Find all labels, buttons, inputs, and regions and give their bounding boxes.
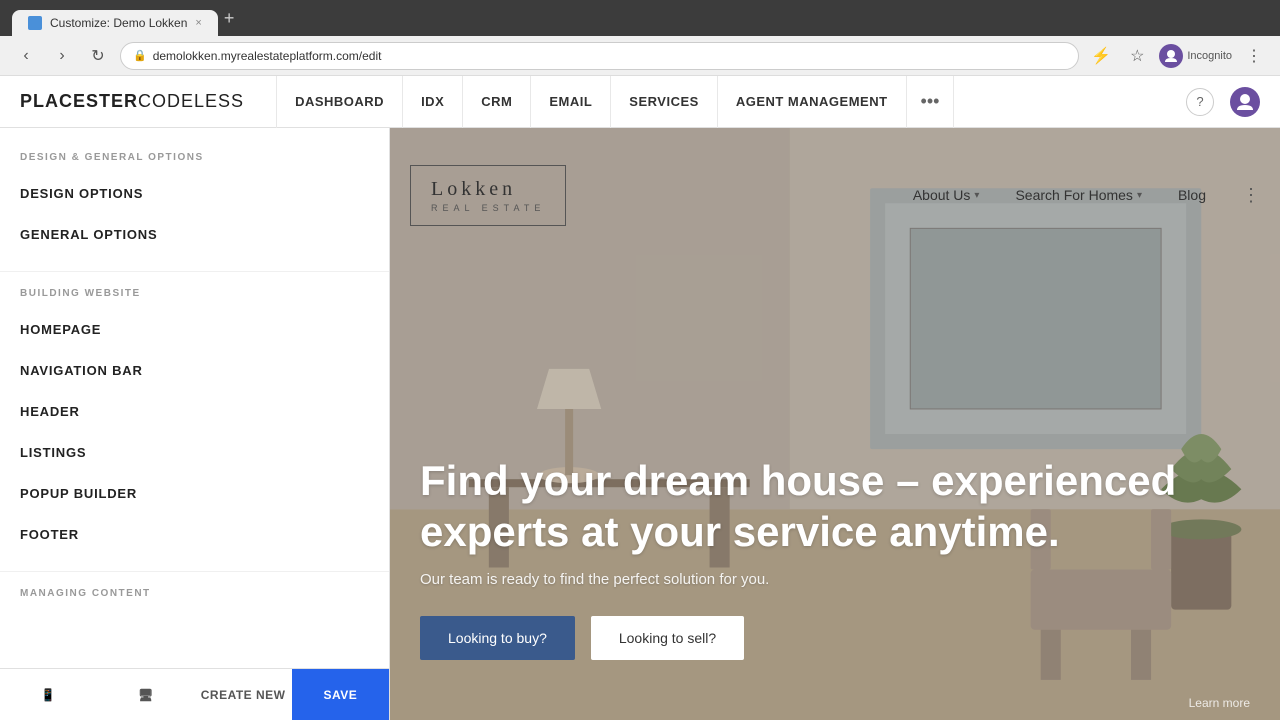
looking-to-buy-button[interactable]: Looking to buy? [420, 616, 575, 660]
sidebar-section-building: BUILDING WEBSITE [0, 288, 389, 309]
help-button[interactable]: ? [1186, 88, 1214, 116]
url-text: demolokken.myrealestateplatform.com/edit [153, 49, 1067, 63]
desktop-icon: 🖥 [138, 688, 154, 702]
desktop-preview-button[interactable]: 🖥 [97, 669, 194, 720]
nav-item-email[interactable]: EMAIL [531, 76, 611, 128]
sidebar-divider-1 [0, 271, 389, 272]
nav-item-services[interactable]: SERVICES [611, 76, 718, 128]
back-button[interactable]: ‹ [12, 42, 40, 70]
sidebar-section-design-general: DESIGN & GENERAL OPTIONS [0, 152, 389, 173]
user-avatar[interactable] [1230, 87, 1260, 117]
nav-item-crm[interactable]: CRM [463, 76, 531, 128]
url-bar[interactable]: 🔒 demolokken.myrealestateplatform.com/ed… [120, 42, 1079, 70]
incognito-avatar [1159, 44, 1183, 68]
sidebar-item-header[interactable]: HEADER [0, 391, 389, 432]
sidebar-bottom-bar: 📱 🖥 CREATE NEW SAVE [0, 668, 389, 720]
lock-icon: 🔒 [133, 49, 147, 62]
website-logo-sub: REAL ESTATE [431, 203, 545, 213]
browser-tab-bar: Customize: Demo Lokken × + [0, 0, 1280, 36]
sidebar-section-managing: MANAGING CONTENT [0, 588, 389, 609]
app-top-nav: PLACESTER CODELESS DASHBOARD IDX CRM EMA… [0, 76, 1280, 128]
website-logo-name: Lokken [431, 178, 545, 201]
browser-address-bar-row: ‹ › ↻ 🔒 demolokken.myrealestateplatform.… [0, 36, 1280, 76]
nav-item-idx[interactable]: IDX [403, 76, 463, 128]
incognito-badge: Incognito [1159, 44, 1232, 68]
mobile-icon: 📱 [41, 688, 56, 702]
website-nav: Lokken REAL ESTATE About Us ▾ Search For… [390, 160, 1280, 230]
brand-logo: PLACESTER CODELESS [20, 91, 244, 112]
hero-learn-more-link[interactable]: Learn more [1189, 696, 1250, 710]
mobile-preview-button[interactable]: 📱 [0, 669, 97, 720]
hero-buttons: Looking to buy? Looking to sell? [420, 616, 1250, 660]
save-button[interactable]: SAVE [292, 669, 389, 720]
hero-content: Find your dream house – experienced expe… [420, 456, 1250, 660]
website-nav-about[interactable]: About Us ▾ [913, 187, 980, 203]
main-content: DESIGN & GENERAL OPTIONS DESIGN OPTIONS … [0, 128, 1280, 720]
sidebar-item-homepage[interactable]: HOMEPAGE [0, 309, 389, 350]
bookmark-button[interactable]: ☆ [1123, 42, 1151, 70]
preview-website: Demo Lokken • 📞 521 089 5622 • ✉ demo@pl… [390, 128, 1280, 720]
refresh-button[interactable]: ↻ [84, 42, 112, 70]
nav-right-actions: ? [1186, 87, 1260, 117]
looking-to-sell-button[interactable]: Looking to sell? [591, 616, 744, 660]
sidebar-item-footer[interactable]: FOOTER [0, 514, 389, 555]
preview-area: Demo Lokken • 📞 521 089 5622 • ✉ demo@pl… [390, 128, 1280, 720]
app-layout: PLACESTER CODELESS DASHBOARD IDX CRM EMA… [0, 76, 1280, 720]
brand-name-light: CODELESS [138, 91, 244, 112]
website-nav-search[interactable]: Search For Homes ▾ [1015, 187, 1142, 203]
tab-favicon [28, 16, 42, 30]
about-chevron-icon: ▾ [974, 190, 979, 201]
incognito-label: Incognito [1187, 50, 1232, 62]
tab-close-button[interactable]: × [195, 17, 201, 29]
nav-item-dashboard[interactable]: DASHBOARD [276, 76, 403, 128]
extensions-button[interactable]: ⚡ [1087, 42, 1115, 70]
sidebar-item-listings[interactable]: LISTINGS [0, 432, 389, 473]
browser-menu-button[interactable]: ⋮ [1240, 42, 1268, 70]
hero-subtext: Our team is ready to find the perfect so… [420, 571, 1250, 588]
sidebar-divider-2 [0, 571, 389, 572]
browser-tab[interactable]: Customize: Demo Lokken × [12, 10, 218, 36]
top-nav-items: DASHBOARD IDX CRM EMAIL SERVICES AGENT M… [276, 76, 1186, 128]
hero-headline: Find your dream house – experienced expe… [420, 456, 1250, 557]
website-nav-blog[interactable]: Blog [1178, 187, 1206, 203]
create-new-button[interactable]: CREATE NEW [195, 669, 292, 720]
website-logo: Lokken REAL ESTATE [410, 165, 566, 226]
website-nav-items: About Us ▾ Search For Homes ▾ Blog ⋮ [913, 185, 1260, 206]
nav-more-button[interactable]: ••• [907, 76, 955, 128]
sidebar: DESIGN & GENERAL OPTIONS DESIGN OPTIONS … [0, 128, 390, 720]
nav-item-agent-management[interactable]: AGENT MANAGEMENT [718, 76, 907, 128]
search-chevron-icon: ▾ [1137, 190, 1142, 201]
brand-name-bold: PLACESTER [20, 91, 138, 112]
sidebar-item-navigation-bar[interactable]: NAVIGATION BAR [0, 350, 389, 391]
tab-title: Customize: Demo Lokken [50, 16, 187, 30]
forward-button[interactable]: › [48, 42, 76, 70]
browser-actions: ⚡ ☆ Incognito ⋮ [1087, 42, 1268, 70]
sidebar-item-general-options[interactable]: GENERAL OPTIONS [0, 214, 389, 255]
sidebar-item-popup-builder[interactable]: POPUP BUILDER [0, 473, 389, 514]
sidebar-item-design-options[interactable]: DESIGN OPTIONS [0, 173, 389, 214]
website-nav-more-button[interactable]: ⋮ [1242, 185, 1260, 206]
new-tab-button[interactable]: + [224, 8, 235, 29]
